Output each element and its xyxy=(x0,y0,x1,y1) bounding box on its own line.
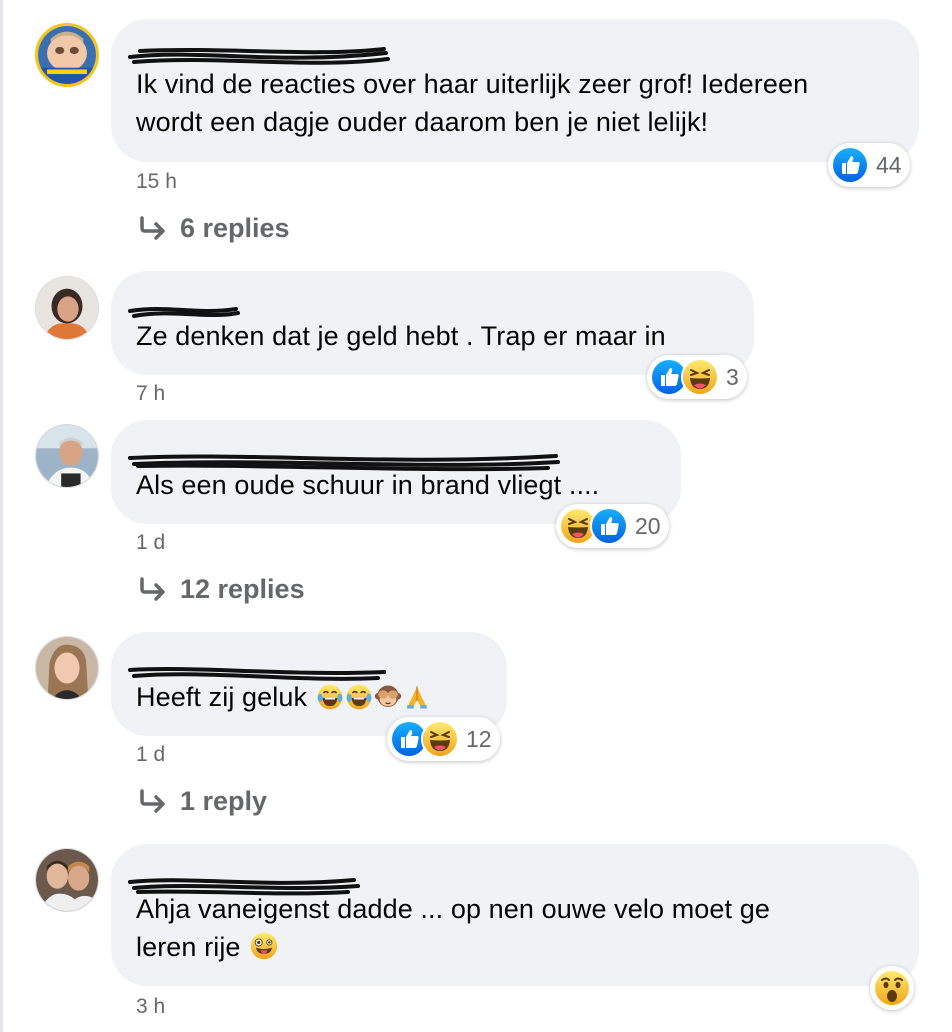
comment-text: Als een oude schuur in brand vliegt .... xyxy=(136,470,600,500)
reaction-count: 20 xyxy=(635,512,661,539)
reaction-summary[interactable]: 3 xyxy=(647,355,747,399)
replies-label: 1 reply xyxy=(180,786,268,816)
like-icon xyxy=(831,146,869,184)
comment-text: Heeft zij geluk xyxy=(136,678,482,716)
haha-icon xyxy=(681,358,719,396)
comment-timestamp[interactable]: 15 h xyxy=(136,170,177,194)
redacted-author-name xyxy=(128,436,656,472)
reaction-summary[interactable]: 12 xyxy=(387,717,500,761)
reaction-summary[interactable] xyxy=(870,966,914,1010)
avatar[interactable] xyxy=(35,848,99,912)
avatar[interactable] xyxy=(35,424,99,488)
comment-timestamp[interactable]: 3 h xyxy=(136,995,165,1019)
wow-icon xyxy=(873,969,911,1007)
redacted-author-name xyxy=(128,35,894,65)
reply-arrow-icon xyxy=(140,215,165,240)
thread-line xyxy=(0,0,3,1032)
comment-timestamp[interactable]: 7 h xyxy=(136,382,165,406)
comment-text: wordt een dagje ouder daarom ben je niet… xyxy=(136,107,709,137)
comment-text: Ze denken dat je geld hebt . Trap er maa… xyxy=(136,321,666,351)
folded-hands-emoji xyxy=(403,683,431,711)
reply-arrow-icon xyxy=(140,788,165,813)
redacted-author-name xyxy=(128,860,894,896)
reply-arrow-icon xyxy=(140,576,165,601)
replies-label: 12 replies xyxy=(180,574,305,604)
comment-text: leren rije xyxy=(136,928,894,966)
reaction-summary[interactable]: 44 xyxy=(828,143,910,187)
redacted-author-name xyxy=(128,287,729,318)
see-no-evil-monkey-emoji xyxy=(374,683,402,711)
reaction-summary[interactable]: 20 xyxy=(556,504,669,548)
comment-text: Ik vind de reacties over haar uiterlijk … xyxy=(136,69,809,99)
avatar[interactable] xyxy=(35,23,99,87)
comment-bubble: Ahja vaneigenst dadde ... op nen ouwe ve… xyxy=(111,844,919,986)
tears-of-joy-emoji xyxy=(316,683,344,711)
avatar[interactable] xyxy=(35,276,99,340)
view-replies-link[interactable]: 1 reply xyxy=(138,786,267,817)
reaction-count: 44 xyxy=(876,151,902,178)
view-replies-link[interactable]: 12 replies xyxy=(138,574,305,605)
replies-label: 6 replies xyxy=(180,213,290,243)
reaction-count: 3 xyxy=(726,363,739,390)
view-replies-link[interactable]: 6 replies xyxy=(138,213,290,244)
avatar[interactable] xyxy=(35,636,99,700)
reaction-count: 12 xyxy=(466,725,492,752)
zany-face-emoji xyxy=(249,931,279,961)
like-icon xyxy=(590,507,628,545)
redacted-author-name xyxy=(128,648,482,681)
comment-text-content: Heeft zij geluk xyxy=(136,682,308,712)
comment-timestamp[interactable]: 1 d xyxy=(136,531,165,555)
comment-timestamp[interactable]: 1 d xyxy=(136,743,165,767)
comment-text-content: leren rije xyxy=(136,932,241,962)
haha-icon xyxy=(421,720,459,758)
comment-bubble: Ik vind de reacties over haar uiterlijk … xyxy=(111,19,919,162)
tears-of-joy-emoji xyxy=(345,683,373,711)
comment-text: Ahja vaneigenst dadde ... op nen ouwe ve… xyxy=(136,894,770,924)
